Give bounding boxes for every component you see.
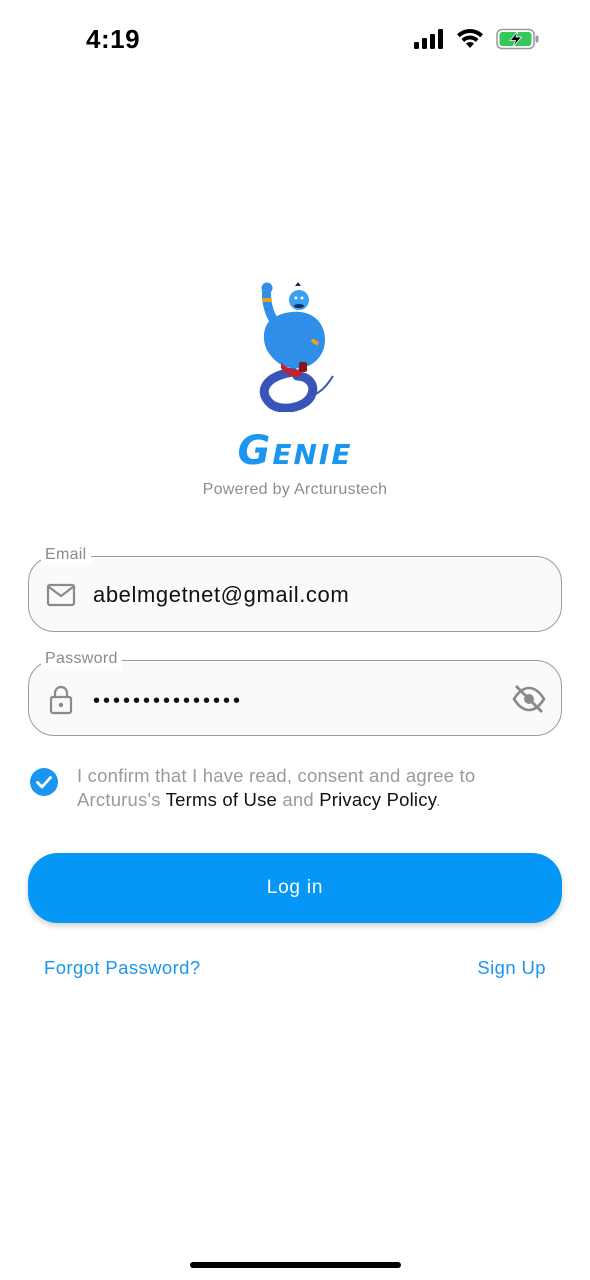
- password-label: Password: [41, 649, 122, 669]
- email-field[interactable]: Email abelmgetnet@gmail.com: [28, 545, 562, 632]
- consent-text: I confirm that I have read, consent and …: [77, 764, 547, 812]
- consent-text-middle: and: [277, 789, 320, 810]
- terms-of-use-link[interactable]: Terms of Use: [166, 789, 277, 810]
- password-field[interactable]: Password •••••••••••••••: [28, 649, 562, 736]
- mail-icon: [45, 579, 77, 611]
- consent-text-after: .: [435, 789, 442, 810]
- status-icons: [414, 28, 540, 55]
- cellular-signal-icon: [414, 29, 444, 54]
- eye-off-icon[interactable]: [511, 681, 547, 717]
- battery-charging-icon: [496, 28, 540, 55]
- powered-by-text: Powered by Arcturustech: [202, 481, 388, 498]
- email-label: Email: [41, 545, 91, 565]
- wifi-icon: [456, 28, 484, 55]
- status-bar: 4:19: [0, 0, 590, 80]
- genie-mascot-logo: [245, 280, 345, 413]
- lock-icon: [45, 683, 77, 715]
- password-input[interactable]: •••••••••••••••: [93, 687, 243, 715]
- check-icon: [36, 776, 52, 789]
- consent-checkbox[interactable]: [30, 768, 58, 796]
- forgot-password-link[interactable]: Forgot Password?: [44, 957, 201, 979]
- sign-up-link[interactable]: Sign Up: [477, 957, 546, 979]
- home-indicator: [190, 1262, 401, 1268]
- status-time: 4:19: [86, 24, 141, 54]
- email-input[interactable]: abelmgetnet@gmail.com: [93, 581, 349, 609]
- app-title: Genie: [237, 428, 353, 474]
- privacy-policy-link[interactable]: Privacy Policy: [319, 789, 436, 810]
- login-button[interactable]: Log in: [28, 853, 562, 923]
